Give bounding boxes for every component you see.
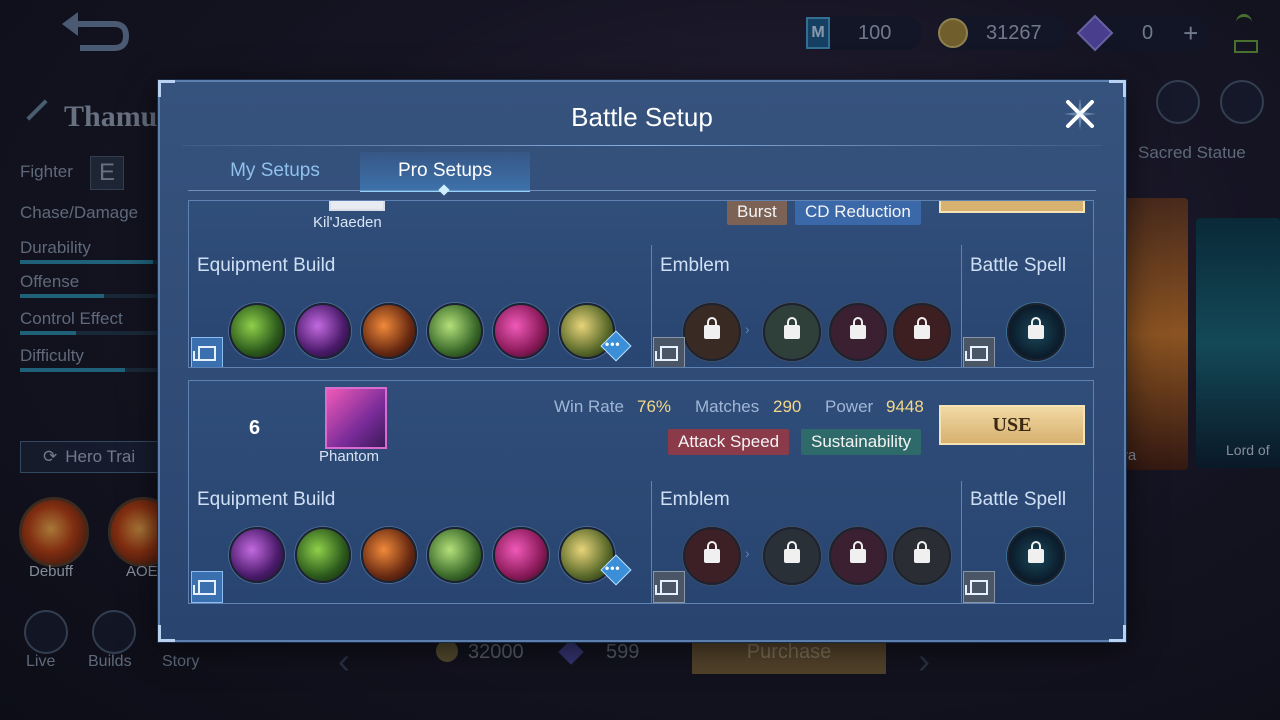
emblem-arrow-icon: › [745,545,750,561]
emblem-core-icon[interactable] [683,303,741,361]
copy-icon [193,579,216,595]
win-rate-label: Win Rate [554,397,624,416]
malefic-roar-icon[interactable] [493,527,549,583]
copy-icon [965,579,988,595]
tab-divider [188,190,1096,191]
retribution-spell-icon[interactable] [1007,527,1065,585]
hunter-strike-icon[interactable] [295,527,351,583]
copy-emblem-button[interactable] [653,571,685,603]
title-divider [182,145,1102,146]
copy-emblem-button[interactable] [653,337,685,367]
emblem-talent-3-icon[interactable] [893,527,951,585]
emblem-label: Emblem [660,255,730,276]
column-divider [651,245,652,367]
use-button[interactable]: USE [939,405,1085,445]
column-divider [961,481,962,603]
copy-spell-button[interactable] [963,571,995,603]
copy-build-button[interactable] [191,571,223,603]
magic-boots-icon[interactable] [295,303,351,359]
hunter-strike-icon[interactable] [229,303,285,359]
use-button[interactable] [939,201,1085,213]
emblem-core-icon[interactable] [683,527,741,585]
corner-ornament [1109,80,1126,97]
tab-my-setups[interactable]: My Setups [200,152,350,190]
equipment-build-label: Equipment Build [197,255,336,276]
copy-icon [965,345,988,361]
copy-build-button[interactable] [191,337,223,367]
rank-number: 6 [249,417,261,439]
dominance-ice-icon[interactable] [427,527,483,583]
emblem-label: Emblem [660,489,730,510]
player-avatar [329,201,385,211]
dominance-ice-icon[interactable] [427,303,483,359]
setup-card: Kil'Jaeden Burst CD Reduction Equipment … [188,200,1094,368]
power-value: 9448 [886,397,924,416]
blade-of-despair-icon[interactable] [361,527,417,583]
close-icon[interactable] [1060,94,1100,134]
copy-spell-button[interactable] [963,337,995,367]
corner-ornament [158,80,175,97]
column-divider [651,481,652,603]
emblem-talent-1-icon[interactable] [763,303,821,361]
equipment-build-label: Equipment Build [197,489,336,510]
player-name: Kil'Jaeden [313,214,382,231]
tag-attack-speed: Attack Speed [668,429,790,455]
tag-burst: Burst [727,201,787,225]
emblem-talent-2-icon[interactable] [829,527,887,585]
more-items-dots: ••• [605,337,621,351]
column-divider [961,245,962,367]
corner-ornament [158,625,175,642]
blade-of-despair-icon[interactable] [361,303,417,359]
emblem-talent-2-icon[interactable] [829,303,887,361]
battle-spell-label: Battle Spell [970,255,1067,276]
copy-icon [193,345,216,361]
tag-sustainability: Sustainability [801,429,922,455]
copy-icon [655,345,678,361]
emblem-talent-3-icon[interactable] [893,303,951,361]
matches-value: 290 [773,397,802,416]
setup-card: 6 Phantom Win Rate 76% Matches 290 Power… [188,380,1094,604]
copy-icon [655,579,678,595]
retribution-spell-icon[interactable] [1007,303,1065,361]
magic-boots-icon[interactable] [229,527,285,583]
malefic-roar-icon[interactable] [493,303,549,359]
tag-cd-reduction: CD Reduction [795,201,921,225]
player-avatar [325,387,387,449]
modal-title: Battle Setup [571,102,713,132]
matches-label: Matches [695,397,760,416]
corner-ornament [1109,625,1126,642]
power-label: Power [825,397,874,416]
win-rate-value: 76% [637,397,672,416]
more-items-dots: ••• [605,561,621,575]
emblem-arrow-icon: › [745,321,750,337]
battle-setup-modal: Battle Setup My Setups Pro Setups Kil'Ja… [158,80,1126,642]
battle-spell-label: Battle Spell [970,489,1067,510]
player-name: Phantom [319,448,380,465]
emblem-talent-1-icon[interactable] [763,527,821,585]
